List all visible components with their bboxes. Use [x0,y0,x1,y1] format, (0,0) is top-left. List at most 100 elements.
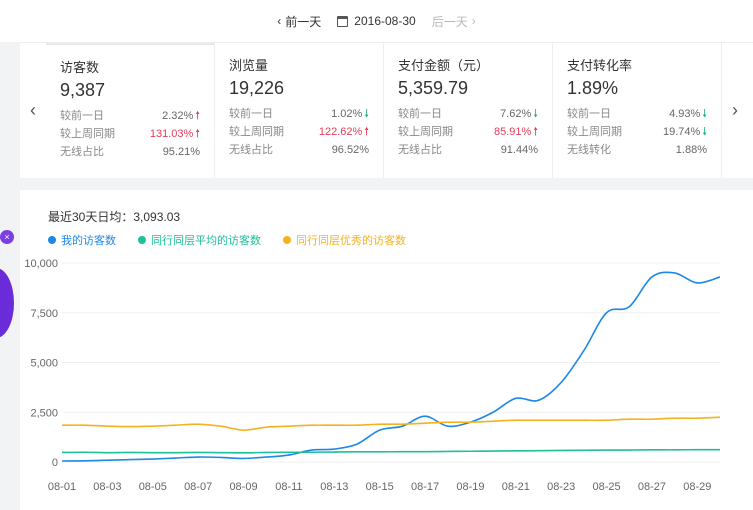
x-tick-label: 08-29 [683,481,711,493]
metric-row-label: 无线占比 [60,146,104,158]
x-tick-label: 08-19 [456,481,484,493]
metric-row-value-wrap: 122.62% 🠕 [319,123,369,141]
metric-row-value: 1.02% [331,108,363,120]
x-tick-label: 08-03 [93,481,121,493]
metric-row-value-wrap: 7.62% 🠗 [500,105,538,123]
metrics-strip: ‹ 访客数 9,387 较前一日 2.32% 🠕 较上周同期 131.03% 🠕 无线占比 95.… [20,42,753,178]
x-tick-label: 08-01 [48,481,76,493]
arrow-up-icon: 🠕 [364,126,369,138]
metric-row-value-wrap: 85.91% 🠕 [494,123,538,141]
metric-row: 无线占比 96.52% [229,141,375,159]
metric-value: 1.89% [567,78,619,98]
y-tick-label: 7,500 [30,308,58,320]
close-badge-icon[interactable]: × [0,230,14,244]
prev-day-label: 前一天 [285,14,322,29]
current-date: 2016-08-30 [354,14,416,28]
floating-assistant-ball[interactable] [0,268,14,338]
metric-row-value-wrap: 2.32% 🠕 [162,107,200,125]
metric-row-value: 91.44% [500,144,538,156]
metric-row: 较上周同期 19.74% 🠗 [567,123,713,141]
y-tick-label: 10,000 [24,258,58,270]
metric-title: 支付转化率 [567,58,633,73]
metric-row-value: 96.52% [331,144,369,156]
metric-row-label: 较上周同期 [567,126,622,138]
x-tick-label: 08-13 [320,481,348,493]
next-day-button[interactable]: 后一天 › [432,13,476,30]
series-line-2 [61,448,721,454]
metric-row: 较前一日 1.02% 🠗 [229,105,375,123]
metric-card[interactable]: 浏览量 19,226 较前一日 1.02% 🠗 较上周同期 122.62% 🠕 无线占比 96.5… [215,43,384,178]
metric-row-label: 无线占比 [398,144,442,156]
trend-chart-panel: 最近30天日均：3,093.03 我的访客数 同行同层平均的访客数 同行同层优秀的访… [20,190,753,510]
metric-row-value: 85.91% [493,126,532,138]
x-tick-label: 08-05 [139,481,167,493]
metric-row-value: 7.62% [500,108,532,120]
x-tick-label: 08-23 [547,481,575,493]
x-tick-label: 08-11 [275,481,302,493]
metric-value: 9,387 [60,80,106,100]
chevron-left-icon: ‹ [30,100,36,120]
arrow-up-icon: 🠕 [195,110,200,122]
metric-row: 较前一日 4.93% 🠗 [567,105,713,123]
metric-row-value-wrap: 95.21% [163,143,200,161]
x-tick-label: 08-21 [502,481,530,493]
metric-card[interactable]: 访客数 9,387 较前一日 2.32% 🠕 较上周同期 131.03% 🠕 无线占比 95.21… [46,43,215,178]
arrow-down-icon: 🠗 [533,108,538,120]
metric-row: 无线占比 91.44% [398,141,544,159]
metric-value: 5,359.79 [398,78,469,98]
metric-row-label: 较前一日 [398,108,442,120]
arrow-up-icon: 🠕 [195,128,200,140]
metric-card[interactable]: 支付金额（元） 5,359.79 较前一日 7.62% 🠗 较上周同期 85.91% 🠕 无线占… [384,43,553,178]
metric-row-value: 2.32% [162,110,194,122]
x-tick-label: 08-07 [184,481,212,493]
x-tick-label: 08-09 [229,481,257,493]
y-tick-label: 5,000 [30,358,58,370]
arrow-up-icon: 🠕 [533,126,538,138]
metric-row-value-wrap: 4.93% 🠗 [669,105,707,123]
chevron-right-icon: › [471,14,476,28]
date-picker[interactable]: 2016-08-30 [337,14,416,28]
metric-row-label: 较上周同期 [60,128,115,140]
page: ‹ 前一天 2016-08-30 后一天 › ‹ 访客数 9,387 较前一日 2.3… [0,0,753,510]
chevron-right-icon: › [732,100,738,120]
metric-title: 浏览量 [229,58,269,73]
prev-day-button[interactable]: ‹ 前一天 [277,13,321,30]
metrics-prev-button[interactable]: ‹ [20,43,46,178]
metric-card[interactable]: 支付转化率 1.89% 较前一日 4.93% 🠗 较上周同期 19.74% 🠗 无线转化 1.88… [553,43,722,178]
metric-row-label: 无线转化 [567,144,611,156]
metric-row-value-wrap: 91.44% [501,141,538,159]
metric-row-label: 较前一日 [567,108,611,120]
x-tick-label: 08-27 [638,481,666,493]
metric-title: 支付金额（元） [398,58,490,73]
y-tick-label: 0 [52,457,58,469]
metric-row: 较前一日 2.32% 🠕 [60,107,206,125]
chevron-left-icon: ‹ [277,14,282,28]
metric-cards: 访客数 9,387 较前一日 2.32% 🠕 较上周同期 131.03% 🠕 无线占比 95.21… [46,43,722,178]
arrow-down-icon: 🠗 [364,108,369,120]
metric-row-value: 4.93% [669,108,701,120]
metric-row-value-wrap: 96.52% [332,141,369,159]
metric-row-value-wrap: 19.74% 🠗 [663,123,707,141]
metric-value: 19,226 [229,78,285,98]
metric-row-label: 较上周同期 [229,126,284,138]
arrow-down-icon: 🠗 [702,108,707,120]
metric-row-value: 19.74% [662,126,701,138]
metric-row: 较前一日 7.62% 🠗 [398,105,544,123]
metric-row: 较上周同期 85.91% 🠕 [398,123,544,141]
metric-row-value: 95.21% [162,146,200,158]
metric-row-value-wrap: 131.03% 🠕 [150,125,200,143]
metrics-next-button[interactable]: › [722,43,748,178]
metric-row: 无线转化 1.88% [567,141,713,159]
x-tick-label: 08-15 [366,481,394,493]
metric-row-value-wrap: 1.88% [676,141,707,159]
metric-row-value: 131.03% [149,128,194,140]
metric-row-label: 较前一日 [229,108,273,120]
metric-row-value: 122.62% [318,126,363,138]
close-icon: × [4,232,10,242]
x-tick-label: 08-17 [411,481,439,493]
x-tick-label: 08-25 [592,481,620,493]
metric-row-label: 较上周同期 [398,126,453,138]
next-day-label: 后一天 [431,14,468,29]
metric-row-label: 较前一日 [60,110,104,122]
series-line-1 [61,271,721,462]
